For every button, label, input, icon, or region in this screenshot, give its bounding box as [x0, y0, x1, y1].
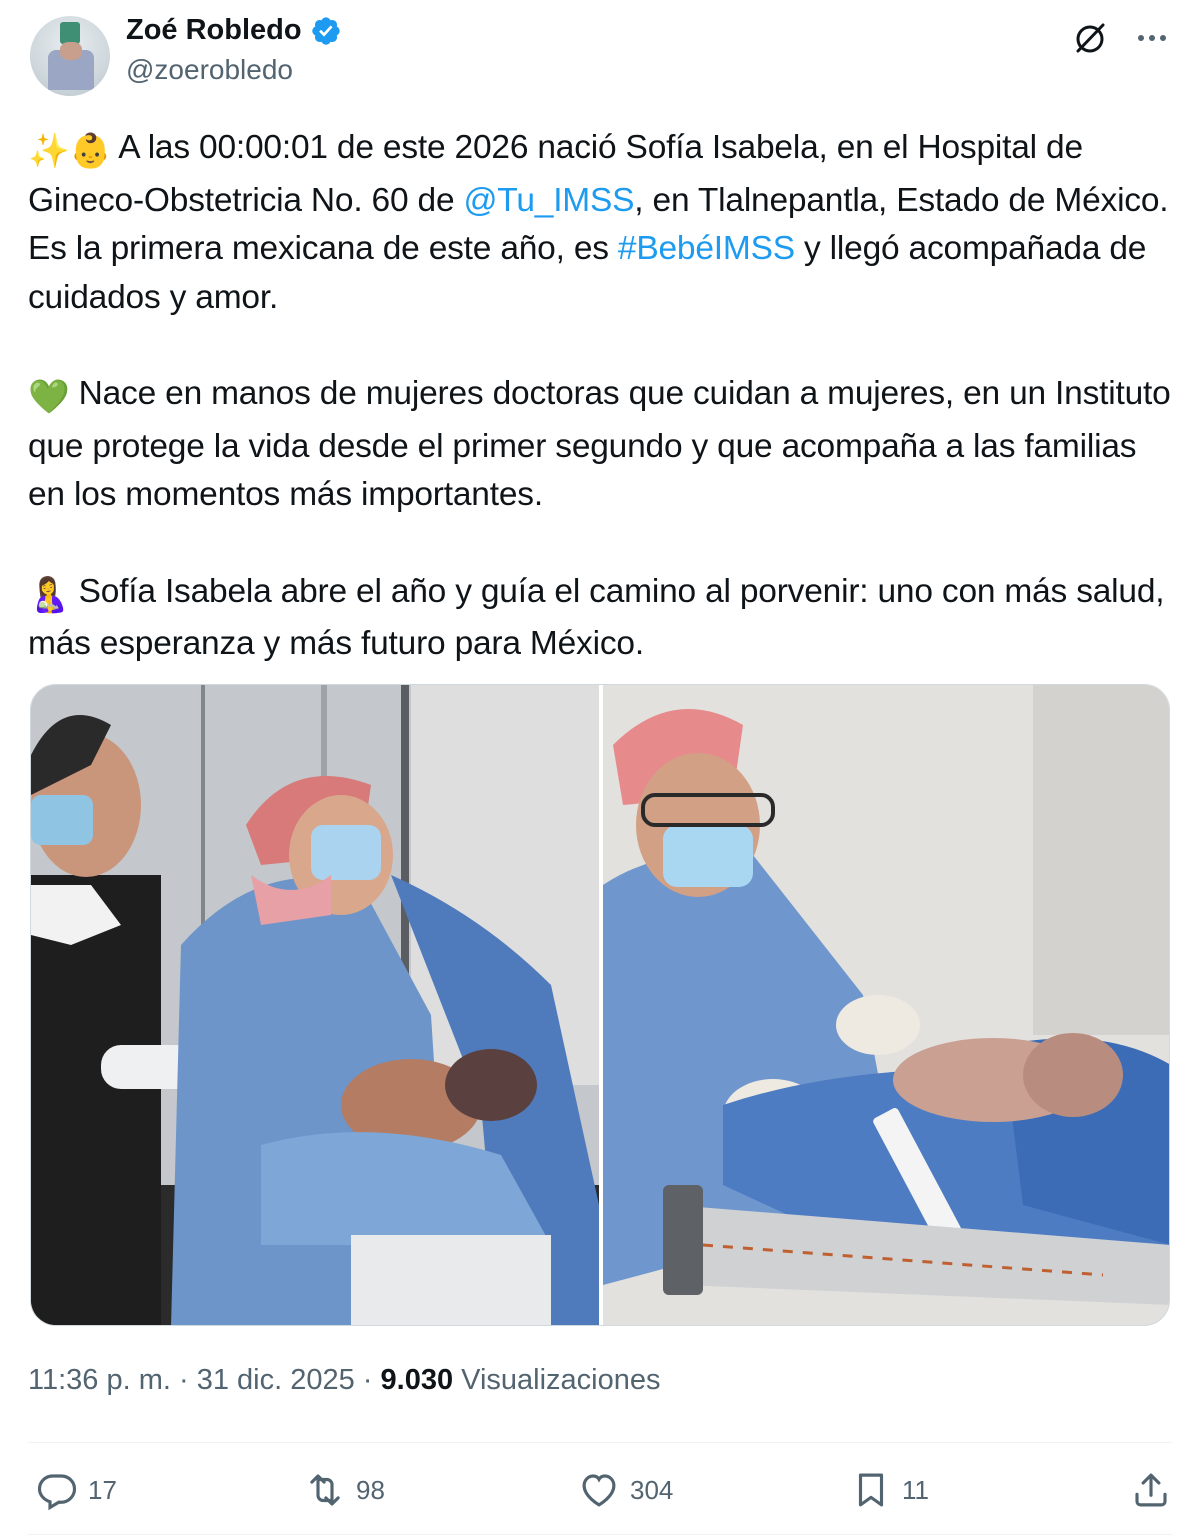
tweet-header: Zoé Robledo @zoerobledo: [28, 14, 1172, 98]
divider: [28, 1442, 1172, 1443]
delivery-room-illustration: [31, 685, 599, 1325]
meta-separator: ·: [354, 1364, 381, 1396]
reply-icon: [37, 1474, 77, 1511]
share-button[interactable]: [1130, 1462, 1172, 1518]
hashtag-link[interactable]: #BebéIMSS: [618, 230, 795, 267]
tweet-media: [30, 684, 1170, 1326]
repost-icon: [310, 1474, 340, 1506]
like-button[interactable]: 304: [578, 1462, 673, 1518]
author-name-row: Zoé Robledo: [126, 14, 342, 47]
tweet-meta: 11:36 p. m. · 31 dic. 2025 · 9.030 Visua…: [28, 1364, 661, 1397]
avatar[interactable]: [30, 16, 110, 96]
tweet-actions: 17 98 304 11: [28, 1462, 1172, 1518]
bookmark-count: 11: [902, 1474, 929, 1505]
reply-button[interactable]: 17: [36, 1462, 117, 1518]
green-heart-emoji: 💚: [28, 379, 70, 416]
tweet-text-segment: Nace en manos de mujeres doctoras que cu…: [28, 375, 1171, 513]
tweet-time[interactable]: 11:36 p. m.: [28, 1364, 171, 1396]
grok-icon[interactable]: [1070, 18, 1110, 58]
repost-button[interactable]: 98: [304, 1462, 385, 1518]
views-label: Visualizaciones: [453, 1364, 661, 1396]
tweet-text-segment: Sofía Isabela abre el año y guía el cami…: [28, 572, 1165, 663]
bookmark-icon: [858, 1473, 884, 1507]
sparkles-baby-emoji: ✨👶: [28, 133, 112, 170]
like-count: 304: [630, 1474, 674, 1505]
views-count: 9.030: [380, 1364, 454, 1396]
author-name[interactable]: Zoé Robledo: [126, 14, 302, 47]
avatar-cap: [60, 22, 80, 44]
more-options-icon[interactable]: [1132, 18, 1172, 58]
photo-newborn-scale[interactable]: [603, 685, 1169, 1325]
avatar-face: [60, 42, 82, 60]
verified-badge-icon: [311, 16, 340, 45]
tweet-text: ✨👶 A las 00:00:01 de este 2026 nació Sof…: [28, 124, 1173, 669]
divider: [28, 1534, 1172, 1535]
tweet-paragraph-1: ✨👶 A las 00:00:01 de este 2026 nació Sof…: [28, 124, 1173, 322]
breastfeeding-emoji: 🤱: [28, 576, 70, 614]
share-icon: [1135, 1473, 1167, 1507]
author-handle[interactable]: @zoerobledo: [126, 54, 293, 86]
tweet-date[interactable]: 31 dic. 2025: [197, 1364, 355, 1396]
photo-delivery-room[interactable]: [31, 685, 599, 1325]
meta-separator: ·: [170, 1364, 197, 1396]
mention-link[interactable]: @Tu_IMSS: [464, 182, 635, 219]
heart-icon: [582, 1474, 616, 1507]
reply-count: 17: [88, 1474, 117, 1505]
bookmark-button[interactable]: 11: [850, 1462, 929, 1518]
tweet-paragraph-2: 💚 Nace en manos de mujeres doctoras que …: [28, 370, 1173, 520]
newborn-scale-illustration: [603, 685, 1169, 1325]
tweet-paragraph-3: 🤱 Sofía Isabela abre el año y guía el ca…: [28, 568, 1173, 669]
repost-count: 98: [356, 1474, 385, 1505]
